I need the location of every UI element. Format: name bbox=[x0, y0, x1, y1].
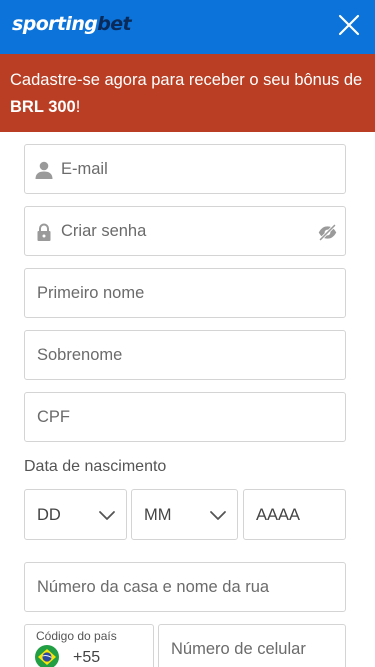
close-icon[interactable] bbox=[337, 13, 361, 37]
password-input[interactable] bbox=[25, 207, 345, 255]
first-name-input[interactable] bbox=[25, 269, 345, 317]
chevron-down-icon bbox=[99, 511, 115, 520]
chevron-down-icon bbox=[210, 511, 226, 520]
country-code-label: Código do país bbox=[36, 629, 117, 643]
logo-accent: bet bbox=[97, 13, 132, 35]
bonus-amount: BRL 300 bbox=[10, 98, 76, 116]
phone-field-container bbox=[158, 624, 346, 667]
address-input[interactable] bbox=[25, 563, 345, 611]
dob-year-value: AAAA bbox=[256, 506, 301, 524]
address-field-container bbox=[24, 562, 346, 612]
eye-slash-icon[interactable] bbox=[317, 222, 338, 243]
email-field-container bbox=[24, 144, 346, 194]
first-name-field-container bbox=[24, 268, 346, 318]
last-name-field-container bbox=[24, 330, 346, 380]
email-input[interactable] bbox=[25, 145, 345, 193]
sportingbet-logo: sportingbet bbox=[12, 13, 132, 35]
dob-month-select[interactable]: MM bbox=[131, 489, 238, 540]
country-code-value: +55 bbox=[73, 649, 101, 666]
date-of-birth-label: Data de nascimento bbox=[24, 458, 167, 475]
app-header: sportingbet bbox=[0, 0, 375, 54]
phone-input[interactable] bbox=[159, 625, 345, 667]
logo-main: sporting bbox=[12, 13, 98, 35]
dob-day-value: DD bbox=[37, 506, 61, 524]
bonus-banner: Cadastre-se agora para receber o seu bôn… bbox=[0, 54, 375, 132]
dob-month-value: MM bbox=[144, 506, 172, 524]
dob-year-input[interactable]: AAAA bbox=[243, 489, 346, 540]
banner-text: Cadastre-se agora para receber o seu bôn… bbox=[10, 71, 363, 89]
password-field-container bbox=[24, 206, 346, 256]
banner-text-end: ! bbox=[75, 98, 81, 116]
cpf-input[interactable] bbox=[25, 393, 345, 441]
cpf-field-container bbox=[24, 392, 346, 442]
last-name-input[interactable] bbox=[25, 331, 345, 379]
brazil-flag-icon bbox=[35, 645, 59, 667]
dob-day-select[interactable]: DD bbox=[24, 489, 127, 540]
country-code-select[interactable]: Código do país +55 bbox=[24, 624, 154, 667]
